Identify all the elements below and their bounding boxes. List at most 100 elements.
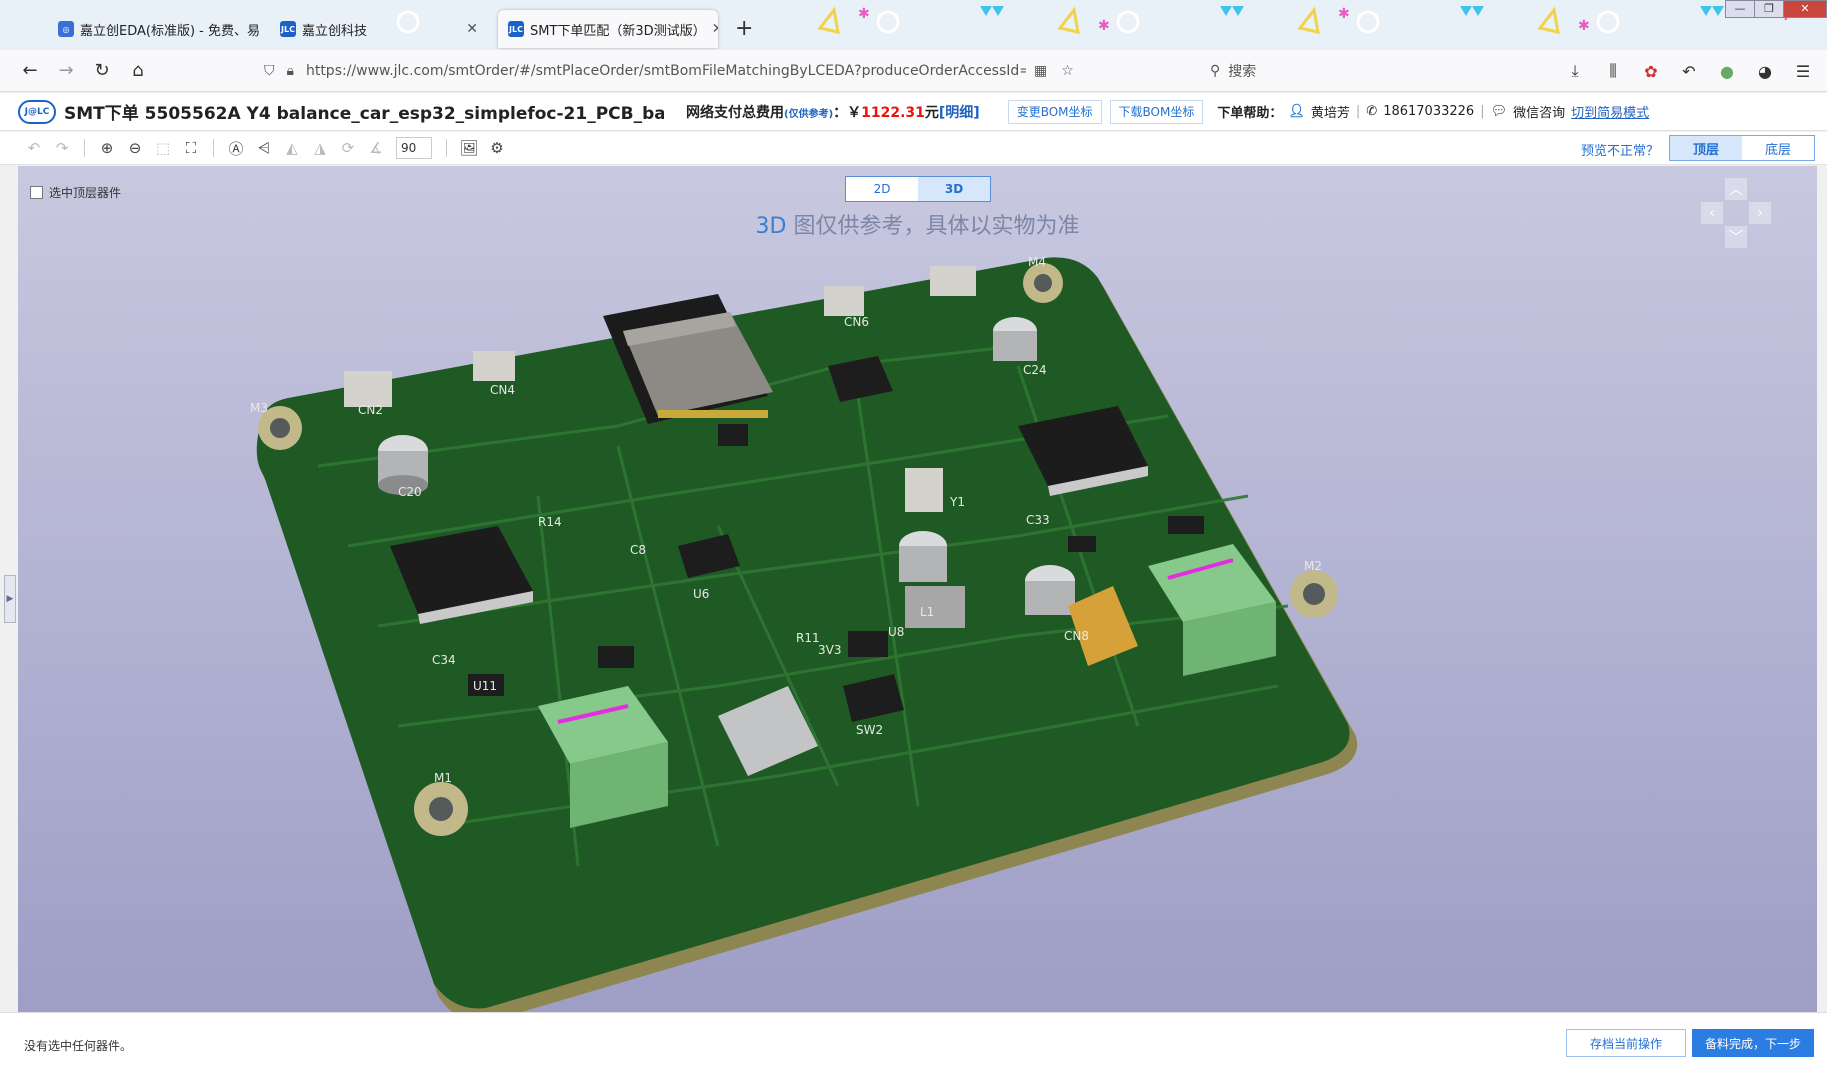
view-mode-toggle: 2D 3D <box>845 176 991 202</box>
view-2d-button[interactable]: 2D <box>846 177 918 201</box>
fee-amount: 1122.31 <box>861 104 925 121</box>
selection-status: 没有选中任何器件。 <box>24 1039 133 1053</box>
account-icon[interactable]: ◕ <box>1751 56 1779 86</box>
tab-title: 嘉立创EDA(标准版) - 免费、易 <box>80 23 260 39</box>
user-icon: 👤︎ <box>1288 104 1305 119</box>
pan-left-icon[interactable]: ‹ <box>1701 202 1723 224</box>
svg-text:M1: M1 <box>434 771 452 785</box>
search-box[interactable]: ⚲ 搜索 <box>1210 56 1530 86</box>
download-icon[interactable]: ⤓ <box>1561 56 1589 86</box>
browser-toolbar-icons: ⤓ ⫼ ✿ ↶ ● ◕ ☰ <box>1561 56 1817 86</box>
jlc-logo: J@LC <box>18 99 56 124</box>
pan-controls: ︿ ‹ › ﹀ <box>1697 178 1777 258</box>
library-icon[interactable]: ⫼ <box>1599 56 1627 86</box>
pan-right-icon[interactable]: › <box>1749 202 1771 224</box>
qr-code-icon[interactable]: ▦ <box>1034 63 1047 79</box>
svg-text:R11: R11 <box>796 631 820 645</box>
svg-text:3V3: 3V3 <box>818 643 841 657</box>
svg-text:M4: M4 <box>1028 255 1046 269</box>
help-label: 下单帮助： <box>1217 106 1283 121</box>
svg-text:CN8: CN8 <box>1064 629 1089 643</box>
redo-icon[interactable]: ↷ <box>48 136 76 160</box>
home-icon[interactable]: ⌂ <box>122 55 154 87</box>
url-field[interactable]: ⛉ 🔒︎ https://www.jlc.com/smtOrder/#/smtP… <box>264 56 1104 86</box>
rotate-angle-icon[interactable]: ∡ <box>362 136 390 160</box>
jlc-favicon-icon: JLC <box>508 21 524 37</box>
fee-detail-link[interactable]: [明细] <box>939 105 980 121</box>
tab-title: 嘉立创科技 <box>302 23 368 39</box>
tab-jlc[interactable]: JLC 嘉立创科技 ✕ <box>270 10 488 48</box>
svg-text:R14: R14 <box>538 515 562 529</box>
switch-simple-mode-link[interactable]: 切到简易模式 <box>1571 102 1649 121</box>
select-top-checkbox[interactable] <box>30 186 43 199</box>
bottom-layer-tab[interactable]: 底层 <box>1742 136 1814 160</box>
preview-abnormal-link[interactable]: 预览不正常？ <box>1581 140 1659 159</box>
undo-icon[interactable]: ↶ <box>20 136 48 160</box>
sync-icon[interactable]: ● <box>1713 56 1741 86</box>
inductor <box>905 586 965 628</box>
svg-text:C20: C20 <box>398 485 422 499</box>
extension-icon[interactable]: ✿ <box>1637 56 1665 86</box>
flip-vertical-icon[interactable]: ◮ <box>306 136 334 160</box>
svg-text:C8: C8 <box>630 543 646 557</box>
pan-up-icon[interactable]: ︿ <box>1725 178 1747 200</box>
view-3d-button[interactable]: 3D <box>918 177 990 201</box>
svg-text:✱: ✱ <box>1098 18 1110 34</box>
svg-text:M3: M3 <box>250 401 268 415</box>
layer-stack-icon[interactable]: ⩤ <box>250 136 278 160</box>
select-top-components[interactable]: 选中顶层器件 <box>30 184 121 201</box>
top-layer-tab[interactable]: 顶层 <box>1670 136 1742 160</box>
zoom-out-icon[interactable]: ⊖ <box>121 136 149 160</box>
pcb-board-render: M3 M4 M2 M1 C20 C24 C8 C33 C34 R11 3V3 Y1 U8 U6… <box>250 255 1358 1012</box>
browser-tab-bar: ✱✱✱✱✱ ◎ 嘉立创EDA(标准版) - 免费、易 ✕ JLC 嘉立创科技 ✕… <box>0 0 1827 50</box>
close-window-button[interactable]: ✕ <box>1783 0 1827 18</box>
tab-close-icon[interactable]: ✕ <box>460 21 478 37</box>
jlc-favicon-icon: JLC <box>280 21 296 37</box>
3d-disclaimer: 3D 图仅供参考，具体以实物为准 <box>18 208 1817 240</box>
tab-smt-order[interactable]: JLC SMT下单匹配（新3D测试版） ✕ <box>498 10 718 48</box>
address-bar: ← → ↻ ⌂ ⛉ 🔒︎ https://www.jlc.com/smtOrde… <box>0 50 1827 92</box>
next-step-button[interactable]: 备料完成，下一步 <box>1692 1029 1814 1057</box>
maximize-button[interactable]: ❐ <box>1754 0 1784 18</box>
viewer-toolbar: ↶ ↷ ⊕ ⊖ ⬚ ⛶ Ⓐ ⩤ ◭ ◮ ⟳ ∡ 90 🖼︎ ⚙ 预览不正常？ 顶… <box>0 132 1827 165</box>
order-header: J@LC SMT下单 5505562A Y4 balance_car_esp32… <box>0 93 1827 131</box>
pcb-3d-canvas[interactable]: M3 M4 M2 M1 C20 C24 C8 C33 C34 R11 3V3 Y1 U8 U6… <box>18 166 1817 1012</box>
forward-icon[interactable]: → <box>50 55 82 87</box>
svg-text:U8: U8 <box>888 625 904 639</box>
svg-text:Y1: Y1 <box>949 495 965 509</box>
back-icon[interactable]: ← <box>14 55 46 87</box>
svg-text:L1: L1 <box>920 605 934 619</box>
change-bom-button[interactable]: 变更BOM坐标 <box>1007 99 1102 124</box>
wechat-icon: 💬︎ <box>1490 104 1508 119</box>
tab-lceda[interactable]: ◎ 嘉立创EDA(标准版) - 免费、易 ✕ <box>48 10 260 48</box>
lock-icon: 🔒︎ <box>286 63 294 79</box>
save-progress-button[interactable]: 存档当前操作 <box>1566 1029 1686 1057</box>
fit-view-icon[interactable]: ⛶ <box>177 136 205 160</box>
menu-icon[interactable]: ☰ <box>1789 56 1817 86</box>
fee-unit: 元 <box>924 104 939 121</box>
svg-text:CN6: CN6 <box>844 315 869 329</box>
zoom-area-icon[interactable]: ⬚ <box>149 136 177 160</box>
wechat-consult-link[interactable]: 微信咨询 <box>1513 102 1565 121</box>
settings-gear-icon[interactable]: ⚙ <box>483 136 511 160</box>
undo-arrow-icon[interactable]: ↶ <box>1675 56 1703 86</box>
flip-horizontal-icon[interactable]: ◭ <box>278 136 306 160</box>
image-icon[interactable]: 🖼︎ <box>455 136 483 160</box>
reload-icon[interactable]: ↻ <box>86 55 118 87</box>
minimize-button[interactable]: — <box>1725 0 1755 18</box>
text-tool-icon[interactable]: Ⓐ <box>222 136 250 160</box>
hint-text: 图仅供参考，具体以实物为准 <box>786 214 1080 239</box>
svg-text:✱: ✱ <box>1338 6 1350 22</box>
svg-text:C33: C33 <box>1026 513 1050 527</box>
download-bom-button[interactable]: 下载BOM坐标 <box>1109 99 1204 124</box>
rotation-input[interactable]: 90 <box>396 137 432 159</box>
zoom-in-icon[interactable]: ⊕ <box>93 136 121 160</box>
rotate-icon[interactable]: ⟳ <box>334 136 362 160</box>
side-panel-toggle[interactable]: ▶ <box>4 575 16 623</box>
help-phone: 18617033226 <box>1383 104 1475 119</box>
phone-icon: ✆ <box>1366 104 1378 119</box>
pan-down-icon[interactable]: ﹀ <box>1725 226 1747 248</box>
tab-close-icon[interactable]: ✕ <box>706 21 718 37</box>
new-tab-button[interactable]: + <box>735 16 753 41</box>
bookmark-star-icon[interactable]: ☆ <box>1061 63 1074 79</box>
